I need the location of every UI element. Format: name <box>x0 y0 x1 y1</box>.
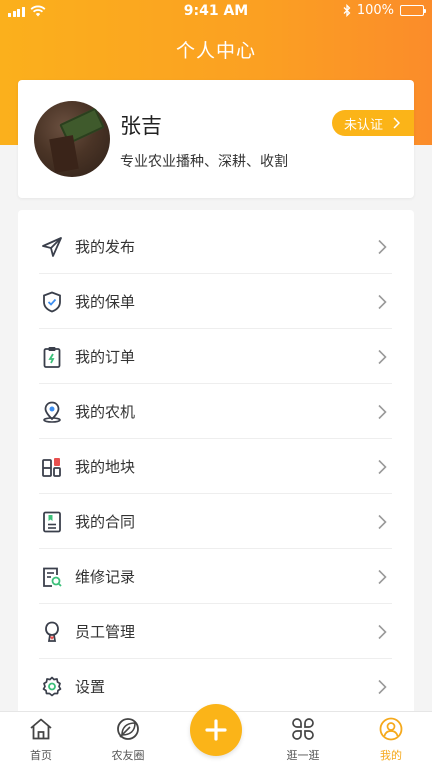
page-title: 个人中心 <box>175 40 256 62</box>
send-icon <box>42 236 62 257</box>
menu-item-label: 我的合同 <box>75 513 136 531</box>
home-icon <box>30 718 52 740</box>
leaf-circle-icon <box>117 718 139 740</box>
tab-browse[interactable]: 逛一逛 <box>273 716 333 768</box>
status-bar: 9:41 AM 100% <box>0 0 432 24</box>
menu-item-label: 我的农机 <box>75 403 136 421</box>
avatar[interactable] <box>34 101 110 177</box>
menu-item-label: 我的发布 <box>75 238 136 256</box>
chevron-right-icon <box>378 679 387 694</box>
menu-item-label: 我的地块 <box>75 458 136 476</box>
user-name: 张吉 <box>120 114 162 138</box>
add-post-button[interactable] <box>190 704 242 756</box>
chevron-right-icon <box>378 459 387 474</box>
shield-check-icon <box>43 291 61 312</box>
menu-item-my-policies[interactable]: 我的保单 <box>18 274 414 329</box>
gear-icon <box>42 676 62 696</box>
tab-home[interactable]: 首页 <box>11 716 71 768</box>
location-pin-icon <box>43 401 61 423</box>
tab-farmers-circle[interactable]: 农友圈 <box>98 716 158 768</box>
tab-mine[interactable]: 我的 <box>361 716 421 768</box>
verify-status-button[interactable]: 未认证 <box>332 110 414 136</box>
menu-item-repair-records[interactable]: 维修记录 <box>18 549 414 604</box>
browse-icon <box>292 718 314 740</box>
plus-icon <box>205 719 227 741</box>
land-plot-icon <box>42 457 61 477</box>
menu-item-my-plots[interactable]: 我的地块 <box>18 439 414 494</box>
tab-label: 农友圈 <box>111 749 145 762</box>
profile-card[interactable]: 张吉 专业农业播种、深耕、收割 未认证 <box>18 80 414 198</box>
chevron-right-icon <box>378 239 387 254</box>
battery-icon <box>400 5 426 16</box>
chevron-right-icon <box>378 624 387 639</box>
menu-item-label: 我的订单 <box>75 348 136 366</box>
menu-item-label: 维修记录 <box>75 568 136 586</box>
contract-icon <box>43 511 61 532</box>
chevron-right-icon <box>378 294 387 309</box>
tab-label: 我的 <box>380 749 402 762</box>
menu-item-label: 我的保单 <box>75 293 136 311</box>
menu-item-my-contracts[interactable]: 我的合同 <box>18 494 414 549</box>
staff-icon <box>45 621 59 642</box>
menu-item-label: 设置 <box>75 678 106 696</box>
menu-item-my-machinery[interactable]: 我的农机 <box>18 384 414 439</box>
bluetooth-icon <box>343 4 351 17</box>
chevron-right-icon <box>393 117 401 129</box>
status-right: 100% <box>343 3 426 18</box>
battery-percent: 100% <box>356 3 394 18</box>
chevron-right-icon <box>378 349 387 364</box>
tab-label: 首页 <box>30 749 52 762</box>
clipboard-icon <box>43 346 61 368</box>
menu-item-my-posts[interactable]: 我的发布 <box>18 219 414 274</box>
repair-record-icon <box>43 567 62 587</box>
verify-label: 未认证 <box>344 117 384 133</box>
menu-item-label: 员工管理 <box>75 623 136 641</box>
chevron-right-icon <box>378 569 387 584</box>
user-icon <box>379 717 403 741</box>
user-description: 专业农业播种、深耕、收割 <box>120 154 288 170</box>
menu-item-my-orders[interactable]: 我的订单 <box>18 329 414 384</box>
chevron-right-icon <box>378 514 387 529</box>
tab-label: 逛一逛 <box>286 749 320 762</box>
menu-list: 我的发布 我的保单 我的订单 我的农机 我的地块 我的合同 维修记录 员工管理 … <box>18 210 414 720</box>
chevron-right-icon <box>378 404 387 419</box>
menu-item-staff-management[interactable]: 员工管理 <box>18 604 414 659</box>
